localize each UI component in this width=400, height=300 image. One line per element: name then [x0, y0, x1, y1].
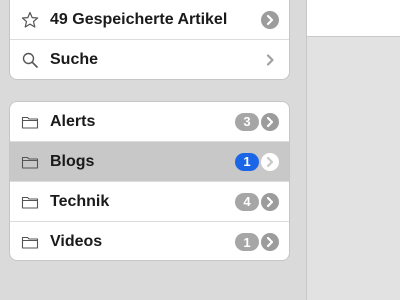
folder-item-videos[interactable]: Videos 1	[10, 222, 289, 260]
folder-item-alerts[interactable]: Alerts 3	[10, 102, 289, 142]
folder-item-blogs[interactable]: Blogs 1	[10, 142, 289, 182]
search-item[interactable]: Suche	[10, 40, 289, 79]
chevron-right-icon[interactable]	[261, 233, 279, 251]
folder-label: Alerts	[50, 112, 96, 130]
saved-articles-label: 49 Gespeicherte Artikel	[50, 10, 228, 28]
chevron-right-icon[interactable]	[261, 51, 279, 69]
folder-icon	[20, 112, 40, 132]
star-icon	[20, 10, 40, 30]
saved-articles-item[interactable]: 49 Gespeicherte Artikel	[10, 0, 289, 40]
folder-item-technik[interactable]: Technik 4	[10, 182, 289, 222]
search-icon	[20, 50, 40, 70]
count-badge: 4	[235, 192, 259, 211]
top-menu-group: 49 Gespeicherte Artikel Suche	[9, 0, 290, 80]
unread-badge: 1	[235, 152, 259, 171]
search-label: Suche	[50, 51, 99, 68]
count-badge: 1	[235, 233, 259, 251]
folder-icon	[20, 192, 40, 212]
folder-label: Technik	[50, 192, 110, 210]
count-badge: 3	[235, 112, 259, 131]
folder-label: Blogs	[50, 152, 95, 170]
chevron-right-icon[interactable]	[261, 152, 279, 171]
chevron-right-icon[interactable]	[261, 10, 279, 29]
folder-icon	[20, 232, 40, 252]
detail-pane	[306, 0, 400, 300]
chevron-right-icon[interactable]	[261, 192, 279, 211]
folder-list: Alerts 3 Blogs 1 Technik 4 Videos 1	[9, 101, 290, 261]
detail-header	[307, 0, 400, 37]
folder-icon	[20, 152, 40, 172]
chevron-right-icon[interactable]	[261, 112, 279, 131]
folder-label: Videos	[50, 233, 103, 250]
